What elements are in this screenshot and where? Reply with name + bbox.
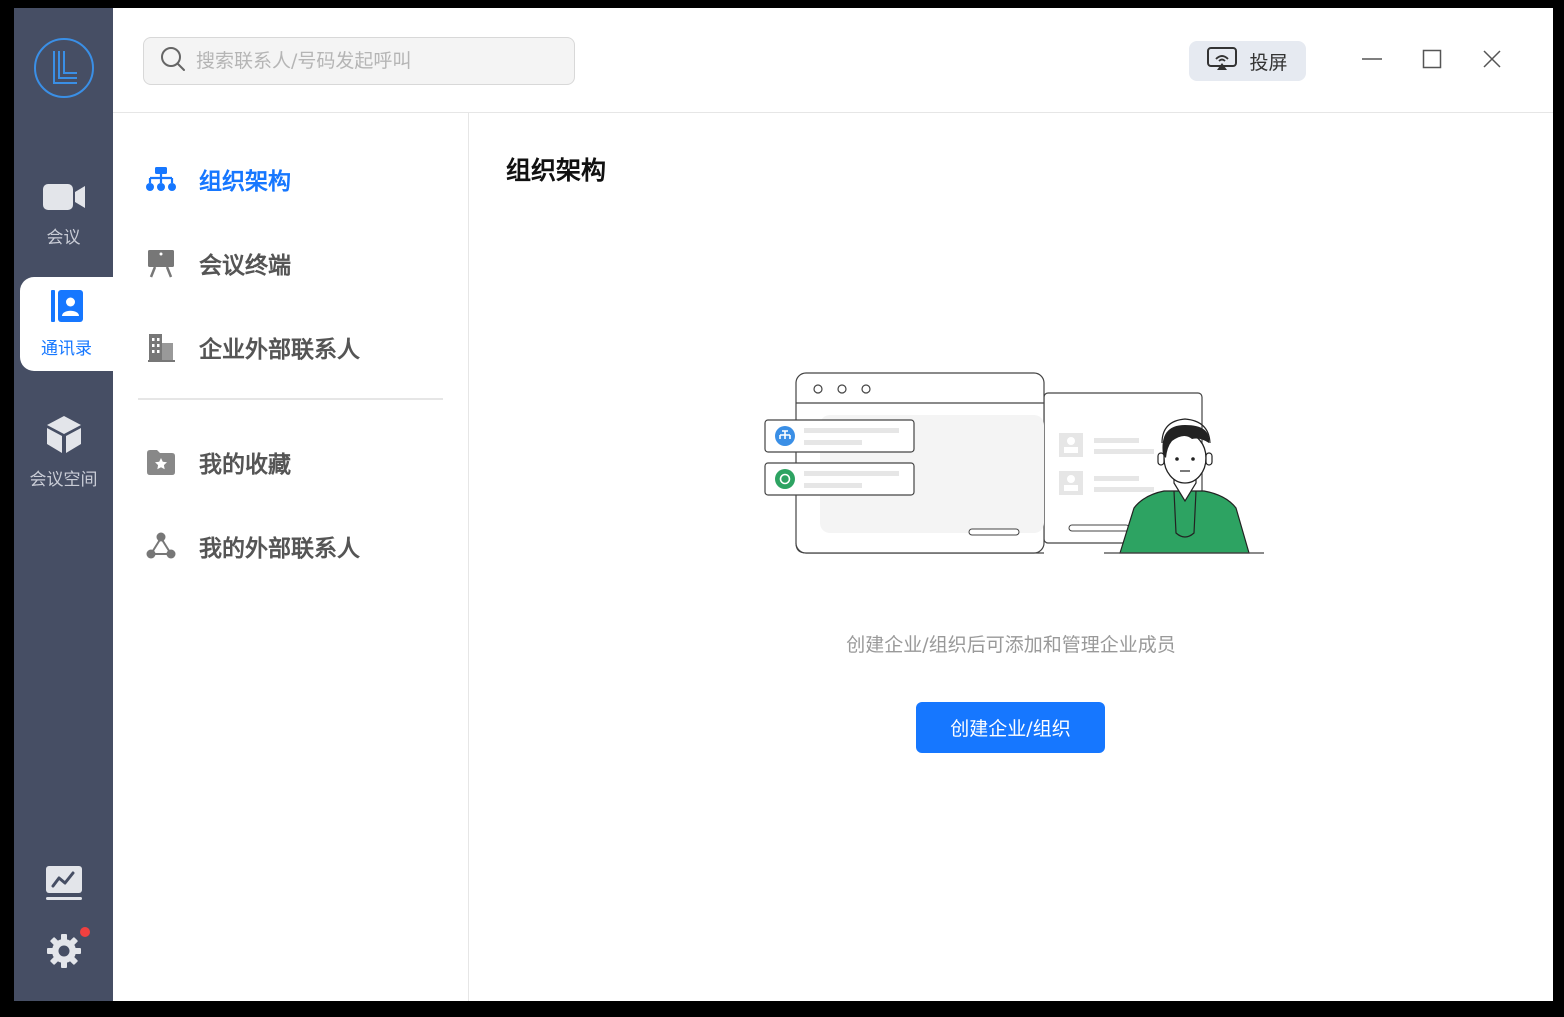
screen-cast-label: 投屏 [1249,51,1288,74]
empty-state-description: 创建企业/组织后可添加和管理企业成员 [846,634,1176,656]
nav-item-external-contacts[interactable]: 企业外部联系人 [145,327,360,367]
app-window: 会议 通讯录 会议空间 搜索联系人/号码发起呼叫 投屏 组织架构 会议终端 企业… [14,8,1553,1001]
whiteboard-chart-icon [45,864,83,906]
nav-item-meeting-terminal[interactable]: 会议终端 [145,243,291,283]
settings-button[interactable] [14,927,113,973]
close-icon [1482,49,1502,73]
star-folder-icon [145,446,177,478]
building-icon [145,331,177,363]
rail-item-label: 会议空间 [29,470,98,490]
nav-item-my-external-contacts[interactable]: 我的外部联系人 [145,526,360,566]
maximize-icon [1422,49,1442,73]
nav-item-label: 会议终端 [199,253,291,279]
nav-item-label: 我的收藏 [199,452,291,478]
app-logo [34,38,94,98]
empty-state-illustration [764,363,1264,567]
gear-icon [46,927,90,973]
contacts-book-icon [50,289,84,328]
close-button[interactable] [1477,46,1507,76]
nav-item-label: 企业外部联系人 [199,337,360,363]
rail-item-meeting-space[interactable]: 会议空间 [14,405,113,499]
rail-item-label: 会议 [46,228,81,248]
nav-item-label: 我的外部联系人 [199,536,360,562]
main-content: 组织架构 创建企业/组织后可添加和管理企业成员 创建企业/组织 [469,113,1553,1001]
create-organization-button[interactable]: 创建企业/组织 [916,702,1105,753]
search-icon [160,46,186,76]
share-nodes-icon [145,530,177,562]
screen-cast-button[interactable]: 投屏 [1189,41,1306,81]
nav-item-label: 组织架构 [199,169,291,195]
left-rail: 会议 通讯录 会议空间 [14,8,113,1001]
page-title: 组织架构 [506,156,607,185]
search-box[interactable] [143,37,575,85]
presentation-board-icon [145,247,177,279]
search-input[interactable] [196,50,556,72]
top-bar: 投屏 [113,8,1553,113]
rail-item-contacts[interactable]: 通讯录 [20,277,113,371]
nav-item-org-structure[interactable]: 组织架构 [145,159,291,199]
rail-item-meeting[interactable]: 会议 [14,168,113,262]
contacts-nav: 组织架构 会议终端 企业外部联系人 我的收藏 我的外部联系人 [113,113,469,1001]
video-camera-icon [42,182,86,217]
rail-item-label: 通讯录 [41,339,92,359]
minimize-icon [1361,48,1383,74]
maximize-button[interactable] [1417,46,1447,76]
notification-badge [79,927,90,937]
nav-item-my-favorites[interactable]: 我的收藏 [145,442,291,482]
nav-divider [138,398,443,400]
cube-icon [45,414,83,459]
whiteboard-button[interactable] [14,864,113,906]
minimize-button[interactable] [1357,46,1387,76]
org-tree-icon [145,163,177,195]
screen-cast-icon [1207,46,1238,76]
